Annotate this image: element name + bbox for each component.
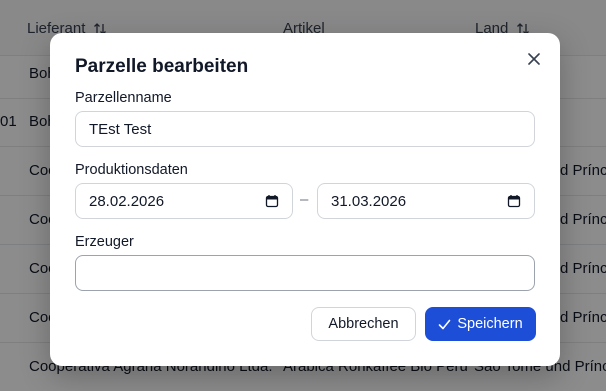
calendar-icon[interactable] <box>507 194 521 208</box>
date-from-value: 28.02.2026 <box>89 192 165 210</box>
producer-label: Erzeuger <box>75 234 134 250</box>
edit-parcel-dialog: Parzelle bearbeiten Parzellenname TEst T… <box>50 33 560 366</box>
parcel-name-label: Parzellenname <box>75 90 172 106</box>
parcel-name-input[interactable]: TEst Test <box>75 111 535 147</box>
producer-input[interactable] <box>75 255 535 291</box>
parcel-name-value: TEst Test <box>89 120 152 138</box>
dialog-title: Parzelle bearbeiten <box>75 56 249 77</box>
check-icon <box>439 319 451 329</box>
production-dates-label: Produktionsdaten <box>75 162 188 178</box>
date-to-input[interactable]: 31.03.2026 <box>317 183 535 219</box>
date-to-value: 31.03.2026 <box>331 192 407 210</box>
close-button[interactable] <box>522 47 546 71</box>
close-icon <box>528 53 540 65</box>
date-range-separator: – <box>300 191 309 208</box>
save-button[interactable]: Speichern <box>425 307 536 341</box>
cancel-button[interactable]: Abbrechen <box>311 307 416 341</box>
date-from-input[interactable]: 28.02.2026 <box>75 183 293 219</box>
calendar-icon[interactable] <box>265 194 279 208</box>
cancel-button-label: Abbrechen <box>328 316 399 332</box>
save-button-label: Speichern <box>457 316 523 332</box>
